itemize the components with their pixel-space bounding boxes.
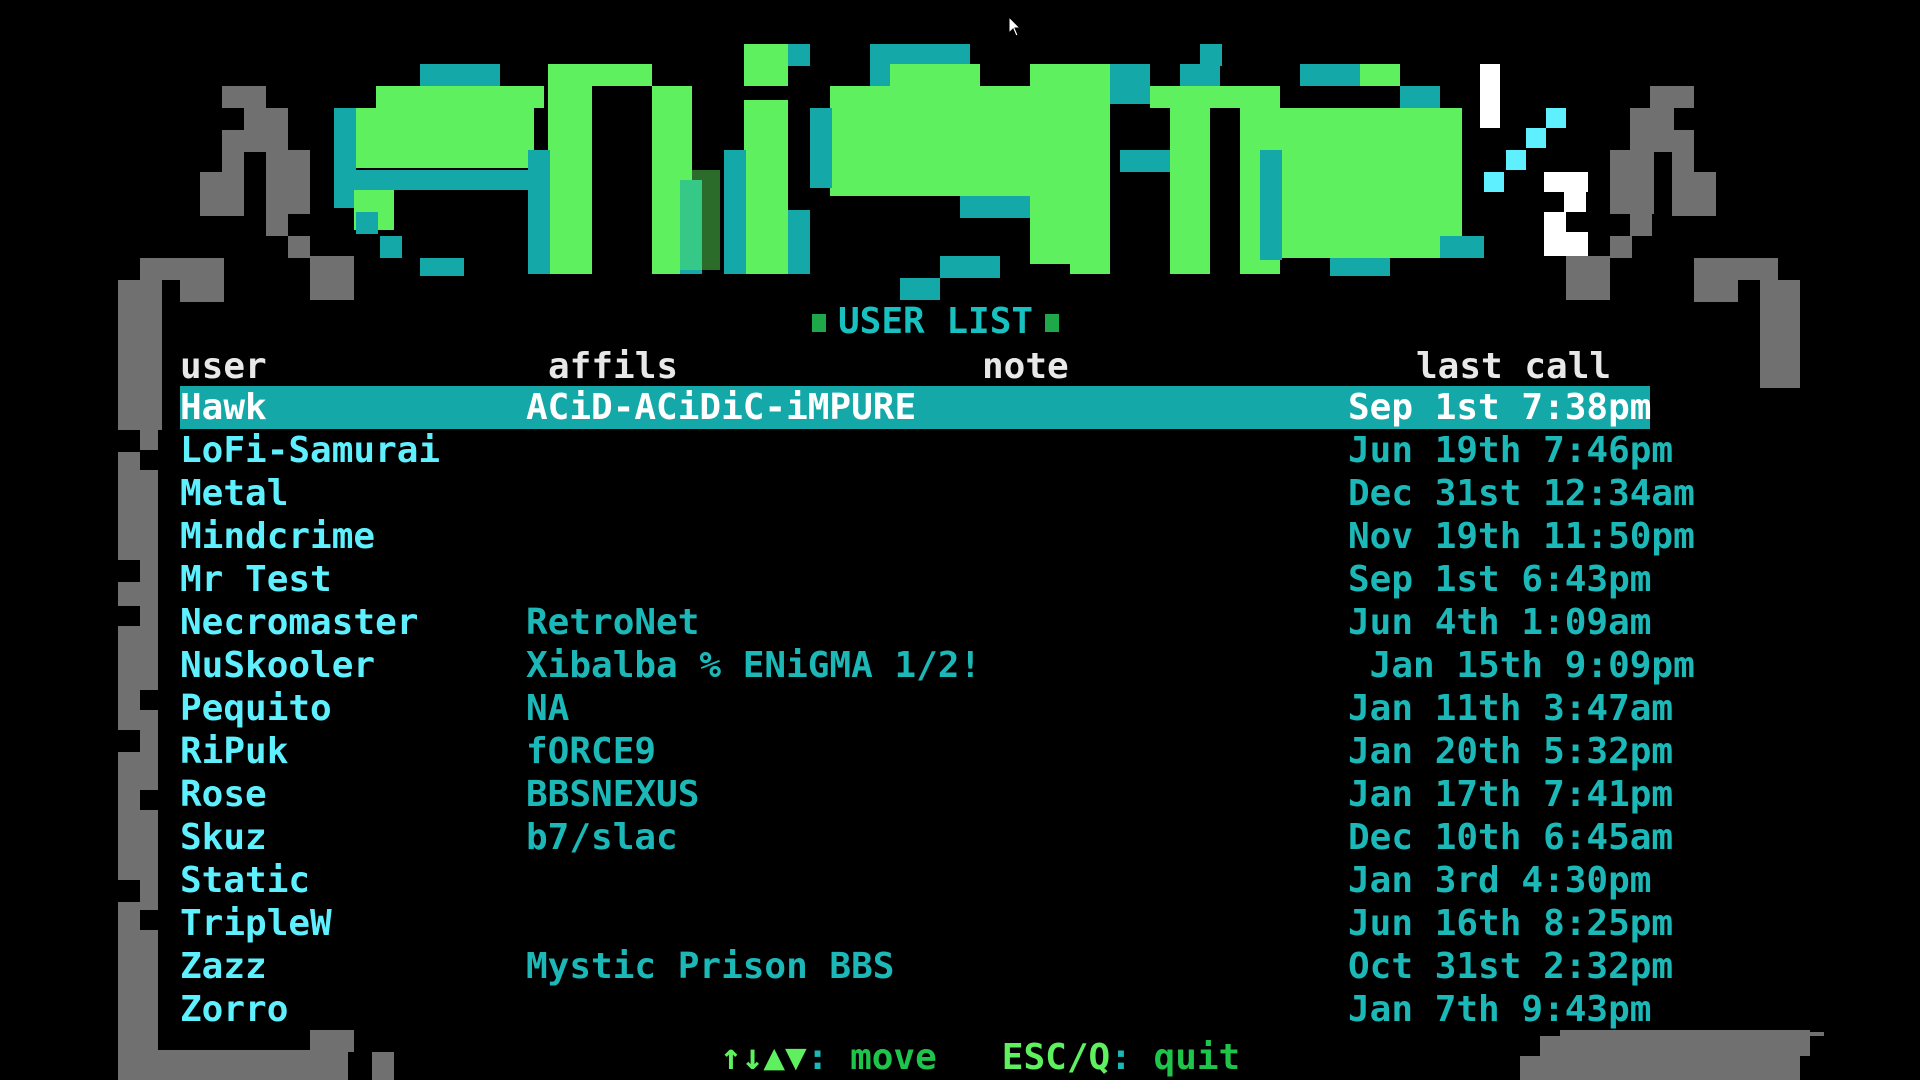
user-name: RiPuk — [180, 731, 289, 772]
user-name: Hawk — [180, 387, 267, 428]
user-name: Rose — [180, 774, 267, 815]
user-name: TripleW — [180, 903, 332, 944]
user-name: Mr Test — [180, 559, 332, 600]
user-name: Mindcrime — [180, 516, 376, 557]
user-affils: Mystic Prison BBS — [526, 946, 895, 987]
quit-keys-hint[interactable]: ESC/Q — [1002, 1037, 1110, 1078]
header-affils: affils — [548, 346, 679, 387]
user-row[interactable]: Pequito NA Jan 11th 3:47am — [180, 687, 1673, 730]
user-row[interactable]: Zazz Mystic Prison BBS Oct 31st 2:32pm — [180, 945, 1673, 988]
user-row[interactable]: Mindcrime Nov 19th 11:50pm — [180, 515, 1695, 558]
quit-label: quit — [1131, 1037, 1241, 1078]
key-help-bar: ↑↓▲▼: move ESC/Q: quit — [720, 1036, 1240, 1080]
user-row[interactable]: Metal Dec 31st 12:34am — [180, 472, 1695, 515]
user-row[interactable]: Zorro Jan 7th 9:43pm — [180, 988, 1652, 1031]
user-row[interactable]: Hawk ACiD-ACiDiC-iMPURE Sep 1st 7:38pm — [180, 386, 1652, 429]
user-name: Necromaster — [180, 602, 419, 643]
user-last-call: Jan 15th 9:09pm — [1348, 645, 1695, 686]
header-last-call: last call — [1416, 346, 1612, 387]
user-row[interactable]: Mr Test Sep 1st 6:43pm — [180, 558, 1652, 601]
user-last-call: Sep 1st 7:38pm — [1348, 387, 1652, 428]
user-last-call: Jun 4th 1:09am — [1348, 602, 1652, 643]
user-last-call: Jun 16th 8:25pm — [1348, 903, 1674, 944]
user-name: NuSkooler — [180, 645, 376, 686]
user-last-call: Sep 1st 6:43pm — [1348, 559, 1652, 600]
mouse-pointer-icon — [1008, 16, 1022, 37]
screen-title: USER LIST — [800, 300, 1071, 344]
user-affils: BBSNEXUS — [526, 774, 700, 815]
move-keys-hint[interactable]: ↑↓▲▼ — [720, 1037, 807, 1078]
user-affils: ACiD-ACiDiC-iMPURE — [526, 387, 917, 428]
user-affils: Xibalba % ENiGMA 1/2! — [526, 645, 982, 686]
user-row[interactable]: Necromaster RetroNet Jun 4th 1:09am — [180, 601, 1652, 644]
user-row[interactable]: NuSkooler Xibalba % ENiGMA 1/2! Jan 15th … — [180, 644, 1695, 687]
user-name: Skuz — [180, 817, 267, 858]
user-last-call: Nov 19th 11:50pm — [1348, 516, 1695, 557]
user-last-call: Jan 7th 9:43pm — [1348, 989, 1652, 1030]
user-affils: b7/slac — [526, 817, 678, 858]
title-text: USER LIST — [838, 301, 1034, 342]
header-note: note — [982, 346, 1069, 387]
user-name: Metal — [180, 473, 289, 514]
user-last-call: Jan 11th 3:47am — [1348, 688, 1674, 729]
bbs-terminal-screen: { "logo": { "text": "eniGma½" }, "title"… — [0, 0, 1920, 1080]
user-row[interactable]: Static Jan 3rd 4:30pm — [180, 859, 1652, 902]
user-last-call: Jan 20th 5:32pm — [1348, 731, 1674, 772]
user-last-call: Jan 17th 7:41pm — [1348, 774, 1674, 815]
user-row[interactable]: LoFi-Samurai Jun 19th 7:46pm — [180, 429, 1673, 472]
header-user: user — [180, 346, 267, 387]
move-separator: : — [806, 1037, 829, 1078]
user-last-call: Dec 10th 6:45am — [1348, 817, 1674, 858]
user-last-call: Dec 31st 12:34am — [1348, 473, 1695, 514]
user-last-call: Jan 3rd 4:30pm — [1348, 860, 1652, 901]
user-name: Zazz — [180, 946, 267, 987]
user-row[interactable]: Skuz b7/slac Dec 10th 6:45am — [180, 816, 1673, 859]
title-right-bullet — [1045, 314, 1060, 332]
user-name: Static — [180, 860, 311, 901]
user-name: Pequito — [180, 688, 332, 729]
user-row[interactable]: RiPuk fORCE9 Jan 20th 5:32pm — [180, 730, 1673, 773]
user-affils: RetroNet — [526, 602, 700, 643]
user-name: LoFi-Samurai — [180, 430, 441, 471]
title-left-bullet — [812, 314, 826, 332]
user-last-call: Oct 31st 2:32pm — [1348, 946, 1674, 987]
user-name: Zorro — [180, 989, 289, 1030]
quit-separator: : — [1110, 1037, 1132, 1078]
user-row[interactable]: Rose BBSNEXUS Jan 17th 7:41pm — [180, 773, 1673, 816]
user-row[interactable]: TripleW Jun 16th 8:25pm — [180, 902, 1673, 945]
user-last-call: Jun 19th 7:46pm — [1348, 430, 1674, 471]
user-affils: fORCE9 — [526, 731, 657, 772]
user-affils: NA — [526, 688, 570, 729]
move-label: move — [828, 1037, 937, 1078]
